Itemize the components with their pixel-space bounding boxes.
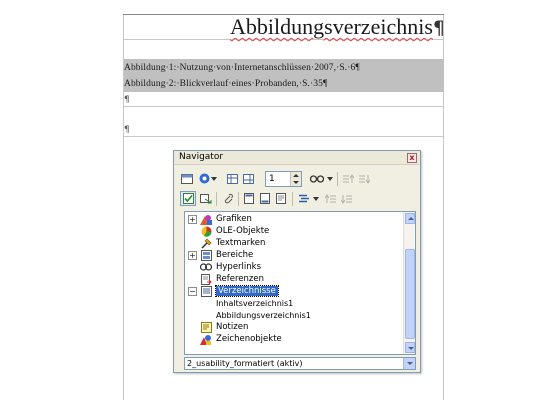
- sections-icon: [200, 249, 212, 261]
- notes-icon: [200, 321, 212, 333]
- paperclip-icon[interactable]: [221, 192, 235, 205]
- move-up-icon[interactable]: [323, 192, 337, 205]
- tree-item-zeichenobjekte[interactable]: Zeichenobjekte: [188, 333, 282, 345]
- heading-pilcrow: ¶: [432, 17, 445, 39]
- figure-entry-2[interactable]: Abbildung·2:·Blickverlauf·eines·Probande…: [124, 79, 327, 89]
- ole-object-icon: [200, 225, 212, 237]
- page-number-stepper[interactable]: 1: [265, 171, 302, 187]
- toolbar-separator: [337, 172, 338, 186]
- tree-label: Textmarken: [216, 238, 266, 248]
- next-icon[interactable]: [241, 172, 255, 185]
- demote-level-icon[interactable]: [357, 172, 371, 185]
- navigator-titlebar[interactable]: Navigator x: [174, 151, 420, 165]
- navigator-title: Navigator: [179, 152, 224, 162]
- document-select-value: 2_usability_formatiert (aktiv): [187, 359, 303, 368]
- tree-label: Inhaltsverzeichnis1: [216, 298, 294, 308]
- tree-item-notizen[interactable]: Notizen: [188, 321, 248, 333]
- heading-text: Abbildungsverzeichnis: [230, 14, 433, 39]
- footer-icon[interactable]: [258, 192, 272, 205]
- tree-label: Hyperlinks: [216, 262, 262, 272]
- stepper-buttons[interactable]: [290, 172, 301, 186]
- move-down-icon[interactable]: [339, 192, 353, 205]
- drag-mode-icon[interactable]: [308, 172, 326, 185]
- navigator-window: Navigator x 1 + Grafiken OLE-Objekte Tex…: [173, 150, 421, 373]
- navigator-tree[interactable]: + Grafiken OLE-Objekte Textmarken + Bere…: [184, 211, 416, 355]
- tree-item-abbildungsverzeichnis1[interactable]: Abbildungsverzeichnis1: [216, 309, 311, 321]
- empty-paragraph-1[interactable]: ¶: [124, 95, 130, 105]
- toolbar-separator: [292, 192, 293, 206]
- heading-levels-icon[interactable]: [298, 192, 312, 205]
- stepper-down-icon[interactable]: [293, 181, 299, 184]
- empty-paragraph-2[interactable]: ¶: [124, 125, 130, 135]
- references-icon: [200, 273, 212, 285]
- content-view-icon[interactable]: [180, 191, 196, 206]
- tree-item-textmarken[interactable]: Textmarken: [188, 237, 265, 249]
- tree-label: Zeichenobjekte: [216, 334, 282, 344]
- graphics-icon: [200, 213, 212, 225]
- tree-label: Bereiche: [216, 250, 254, 260]
- expand-icon[interactable]: +: [188, 250, 197, 260]
- hyperlink-icon: [200, 261, 212, 273]
- document-select[interactable]: 2_usability_formatiert (aktiv): [184, 357, 416, 370]
- header-icon[interactable]: [242, 192, 256, 205]
- tree-label: Verzeichnisse: [215, 285, 279, 297]
- previous-icon[interactable]: [225, 172, 239, 185]
- chevron-down-icon[interactable]: [326, 172, 334, 185]
- tree-item-hyperlinks[interactable]: Hyperlinks: [188, 261, 261, 273]
- promote-level-icon[interactable]: [341, 172, 355, 185]
- page-number-value: 1: [269, 174, 275, 184]
- anchor-text-icon[interactable]: [274, 192, 288, 205]
- toolbar-separator: [216, 192, 217, 206]
- toolbar-separator: [238, 192, 239, 206]
- collapse-icon[interactable]: −: [188, 286, 197, 296]
- scroll-up-button[interactable]: [405, 213, 415, 224]
- indexes-icon: [200, 285, 212, 297]
- scroll-down-button[interactable]: [405, 342, 415, 353]
- tree-item-verzeichnisse[interactable]: − Verzeichnisse: [188, 285, 279, 297]
- page-heading[interactable]: Abbildungsverzeichnis¶: [230, 14, 445, 40]
- expand-icon[interactable]: +: [188, 214, 197, 224]
- close-icon[interactable]: x: [407, 153, 417, 163]
- chevron-down-icon[interactable]: [403, 358, 415, 369]
- figure-entry-1[interactable]: Abbildung·1:·Nutzung·von·Internetanschlü…: [124, 63, 360, 73]
- set-reminder-icon[interactable]: [199, 192, 213, 205]
- toggle-icon[interactable]: [180, 172, 194, 185]
- tree-scrollbar[interactable]: [403, 212, 415, 354]
- tree-item-ole-objekte[interactable]: OLE-Objekte: [188, 225, 269, 237]
- tree-label: Abbildungsverzeichnis1: [216, 310, 311, 320]
- scroll-thumb[interactable]: [405, 249, 415, 339]
- bookmark-icon: [200, 237, 212, 249]
- para-guide-2: [123, 136, 444, 137]
- tree-item-referenzen[interactable]: Referenzen: [188, 273, 264, 285]
- stepper-up-icon[interactable]: [293, 174, 299, 177]
- chevron-down-icon[interactable]: [312, 192, 320, 205]
- tree-label: Notizen: [216, 322, 249, 332]
- para-guide-1: [123, 106, 444, 107]
- tree-item-inhaltsverzeichnis1[interactable]: Inhaltsverzeichnis1: [216, 297, 293, 309]
- tree-label: OLE-Objekte: [216, 226, 270, 236]
- tree-label: Grafiken: [216, 214, 252, 224]
- chevron-down-icon[interactable]: [210, 172, 218, 185]
- navigation-icon[interactable]: [197, 172, 211, 185]
- tree-label: Referenzen: [216, 274, 264, 284]
- tree-item-grafiken[interactable]: + Grafiken: [188, 213, 252, 225]
- tree-item-bereiche[interactable]: + Bereiche: [188, 249, 253, 261]
- drawing-objects-icon: [200, 333, 212, 345]
